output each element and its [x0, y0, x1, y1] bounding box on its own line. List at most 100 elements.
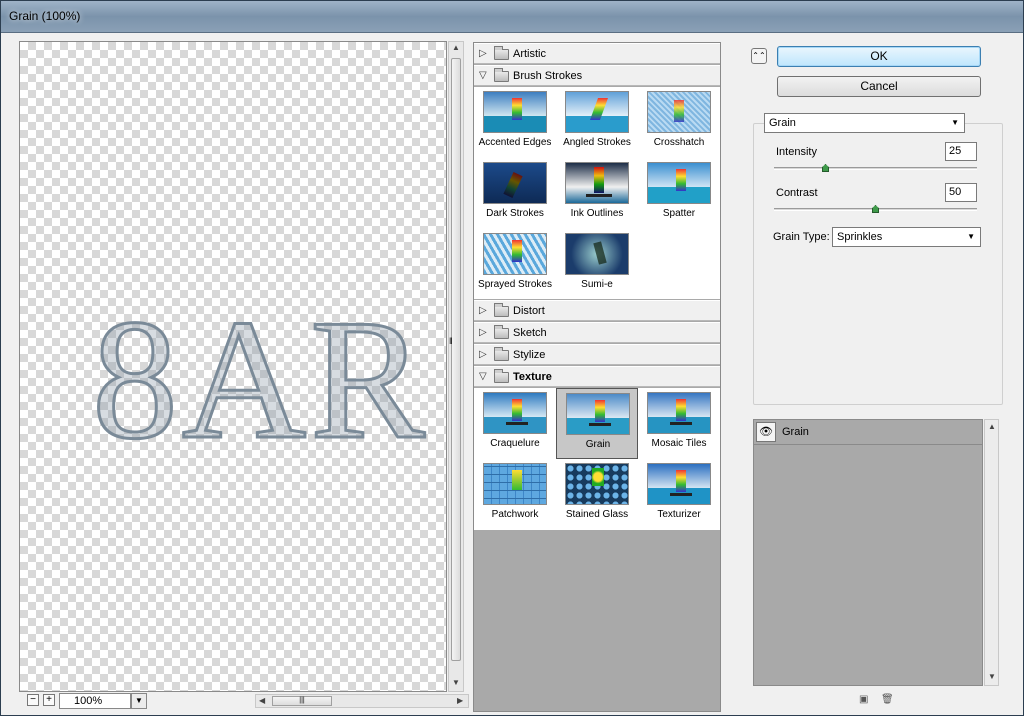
- chevron-down-icon: ▼: [967, 232, 975, 241]
- preview-zoom-bar: − + 100% ▼ ◀ ||| ▶: [19, 692, 471, 710]
- window-title: Grain (100%): [9, 9, 81, 23]
- folder-icon: [494, 347, 509, 361]
- thumb-patchwork[interactable]: Patchwork: [474, 459, 556, 530]
- thumb-caption: Grain: [585, 439, 611, 450]
- thumb-sumi-e[interactable]: Sumi-e: [556, 229, 638, 300]
- scroll-down-icon[interactable]: ▼: [988, 672, 996, 681]
- thumbnail-image: [483, 162, 547, 204]
- scroll-thumb[interactable]: [451, 58, 461, 661]
- intensity-slider-track[interactable]: [774, 167, 977, 170]
- thumb-grain[interactable]: Grain: [556, 388, 638, 459]
- folder-icon: [494, 325, 509, 339]
- eye-icon[interactable]: 👁: [756, 422, 776, 442]
- thumb-caption: Ink Outlines: [570, 208, 624, 219]
- zoom-level-field[interactable]: 100%: [59, 693, 131, 709]
- folder-icon: [494, 68, 509, 82]
- thumbnail-image: [483, 463, 547, 505]
- filter-settings-panel: [753, 123, 1003, 405]
- zoom-dropdown-icon[interactable]: ▼: [131, 693, 147, 709]
- filter-gallery-panel: ▷ Artistic ▽ Brush Strokes Accented Edge…: [473, 42, 721, 712]
- thumb-caption: Mosaic Tiles: [651, 438, 707, 449]
- category-label: Artistic: [513, 48, 546, 60]
- thumbnail-image: [647, 463, 711, 505]
- trash-icon[interactable]: 🗑: [881, 695, 894, 706]
- zoom-out-button[interactable]: −: [27, 694, 39, 706]
- category-label: Sketch: [513, 327, 547, 339]
- thumb-mosaic-tiles[interactable]: Mosaic Tiles: [638, 388, 720, 459]
- thumb-stained-glass[interactable]: Stained Glass: [556, 459, 638, 530]
- expand-triangle-icon[interactable]: ▷: [479, 48, 487, 59]
- scroll-up-icon[interactable]: ▲: [452, 43, 460, 52]
- expand-triangle-icon[interactable]: ▷: [479, 349, 487, 360]
- thumb-ink-outlines[interactable]: Ink Outlines: [556, 158, 638, 229]
- category-texture[interactable]: ▽ Texture: [474, 366, 720, 387]
- collapse-triangle-icon[interactable]: ▽: [479, 70, 487, 81]
- thumbnail-image: [647, 392, 711, 434]
- grain-type-select[interactable]: Sprinkles ▼: [832, 227, 981, 247]
- folder-icon: [494, 46, 509, 60]
- thumb-caption: Sprayed Strokes: [478, 279, 552, 290]
- folder-icon: [494, 303, 509, 317]
- new-layer-icon[interactable]: ▣: [859, 695, 870, 706]
- thumb-caption: Accented Edges: [478, 137, 552, 148]
- preview-vertical-scrollbar[interactable]: ▲ ▼: [448, 41, 464, 692]
- thumb-sprayed-strokes[interactable]: Sprayed Strokes: [474, 229, 556, 300]
- category-artistic[interactable]: ▷ Artistic: [474, 43, 720, 64]
- scroll-left-icon[interactable]: ◀: [259, 696, 265, 705]
- layers-scrollbar[interactable]: ▲ ▼: [984, 419, 999, 686]
- scroll-down-icon[interactable]: ▼: [452, 678, 460, 687]
- category-label: Brush Strokes: [513, 70, 583, 82]
- chevron-down-icon: ▼: [951, 118, 959, 127]
- thumb-craquelure[interactable]: Craquelure: [474, 388, 556, 459]
- thumbnail-image: [565, 162, 629, 204]
- thumbnail-image: [647, 91, 711, 133]
- thumb-spatter[interactable]: Spatter: [638, 158, 720, 229]
- thumbnail-image: [566, 393, 630, 435]
- title-bar[interactable]: Grain (100%): [1, 1, 1023, 33]
- grain-type-value: Sprinkles: [837, 231, 883, 243]
- preview-text: 8AR: [91, 284, 429, 477]
- thumb-angled-strokes[interactable]: Angled Strokes: [556, 87, 638, 158]
- category-stylize[interactable]: ▷ Stylize: [474, 344, 720, 365]
- thumb-texturizer[interactable]: Texturizer: [638, 459, 720, 530]
- thumbnail-image: [647, 162, 711, 204]
- category-sketch[interactable]: ▷ Sketch: [474, 322, 720, 343]
- thumb-caption: Stained Glass: [565, 509, 629, 520]
- thumb-dark-strokes[interactable]: Dark Strokes: [474, 158, 556, 229]
- filter-select[interactable]: Grain ▼: [764, 113, 965, 133]
- thumbnail-image: [565, 91, 629, 133]
- thumb-caption: Sumi-e: [581, 279, 613, 290]
- expand-triangle-icon[interactable]: ▷: [479, 305, 487, 316]
- thumb-caption: Crosshatch: [653, 137, 705, 148]
- intensity-input[interactable]: 25: [945, 142, 977, 161]
- thumbnail-image: [565, 233, 629, 275]
- scroll-right-icon[interactable]: ▶: [457, 696, 463, 705]
- thumb-crosshatch[interactable]: Crosshatch: [638, 87, 720, 158]
- effect-layer-row[interactable]: 👁 Grain: [754, 420, 982, 445]
- ok-button[interactable]: OK: [777, 46, 981, 67]
- thumb-accented-edges[interactable]: Accented Edges: [474, 87, 556, 158]
- effect-layers-panel: 👁 Grain: [753, 419, 983, 686]
- collapse-triangle-icon[interactable]: ▽: [479, 371, 487, 382]
- category-label: Distort: [513, 305, 545, 317]
- thumb-caption: Angled Strokes: [563, 137, 631, 148]
- thumb-caption: Craquelure: [490, 438, 540, 449]
- cancel-button[interactable]: Cancel: [777, 76, 981, 97]
- splitter-handle-icon[interactable]: ‖: [449, 336, 457, 346]
- expand-triangle-icon[interactable]: ▷: [479, 327, 487, 338]
- brush-strokes-thumbnails: Accented Edges Angled Strokes Crosshatch: [474, 87, 720, 299]
- category-distort[interactable]: ▷ Distort: [474, 300, 720, 321]
- scroll-up-icon[interactable]: ▲: [988, 422, 996, 431]
- preview-horizontal-scrollbar[interactable]: ◀ ||| ▶: [255, 694, 469, 708]
- filter-select-value: Grain: [769, 117, 796, 129]
- texture-thumbnails: Craquelure Grain Mosaic Tiles Patchwork …: [474, 388, 720, 530]
- thumbnail-image: [483, 233, 547, 275]
- zoom-in-button[interactable]: +: [43, 694, 55, 706]
- preview-canvas[interactable]: 8AR 8AR: [19, 41, 447, 692]
- hscroll-thumb[interactable]: |||: [272, 696, 332, 706]
- contrast-label: Contrast: [776, 187, 818, 199]
- thumb-caption: Texturizer: [657, 509, 701, 520]
- category-brush-strokes[interactable]: ▽ Brush Strokes: [474, 65, 720, 86]
- double-chevron-up-icon[interactable]: ⌃⌃: [751, 48, 767, 64]
- contrast-input[interactable]: 50: [945, 183, 977, 202]
